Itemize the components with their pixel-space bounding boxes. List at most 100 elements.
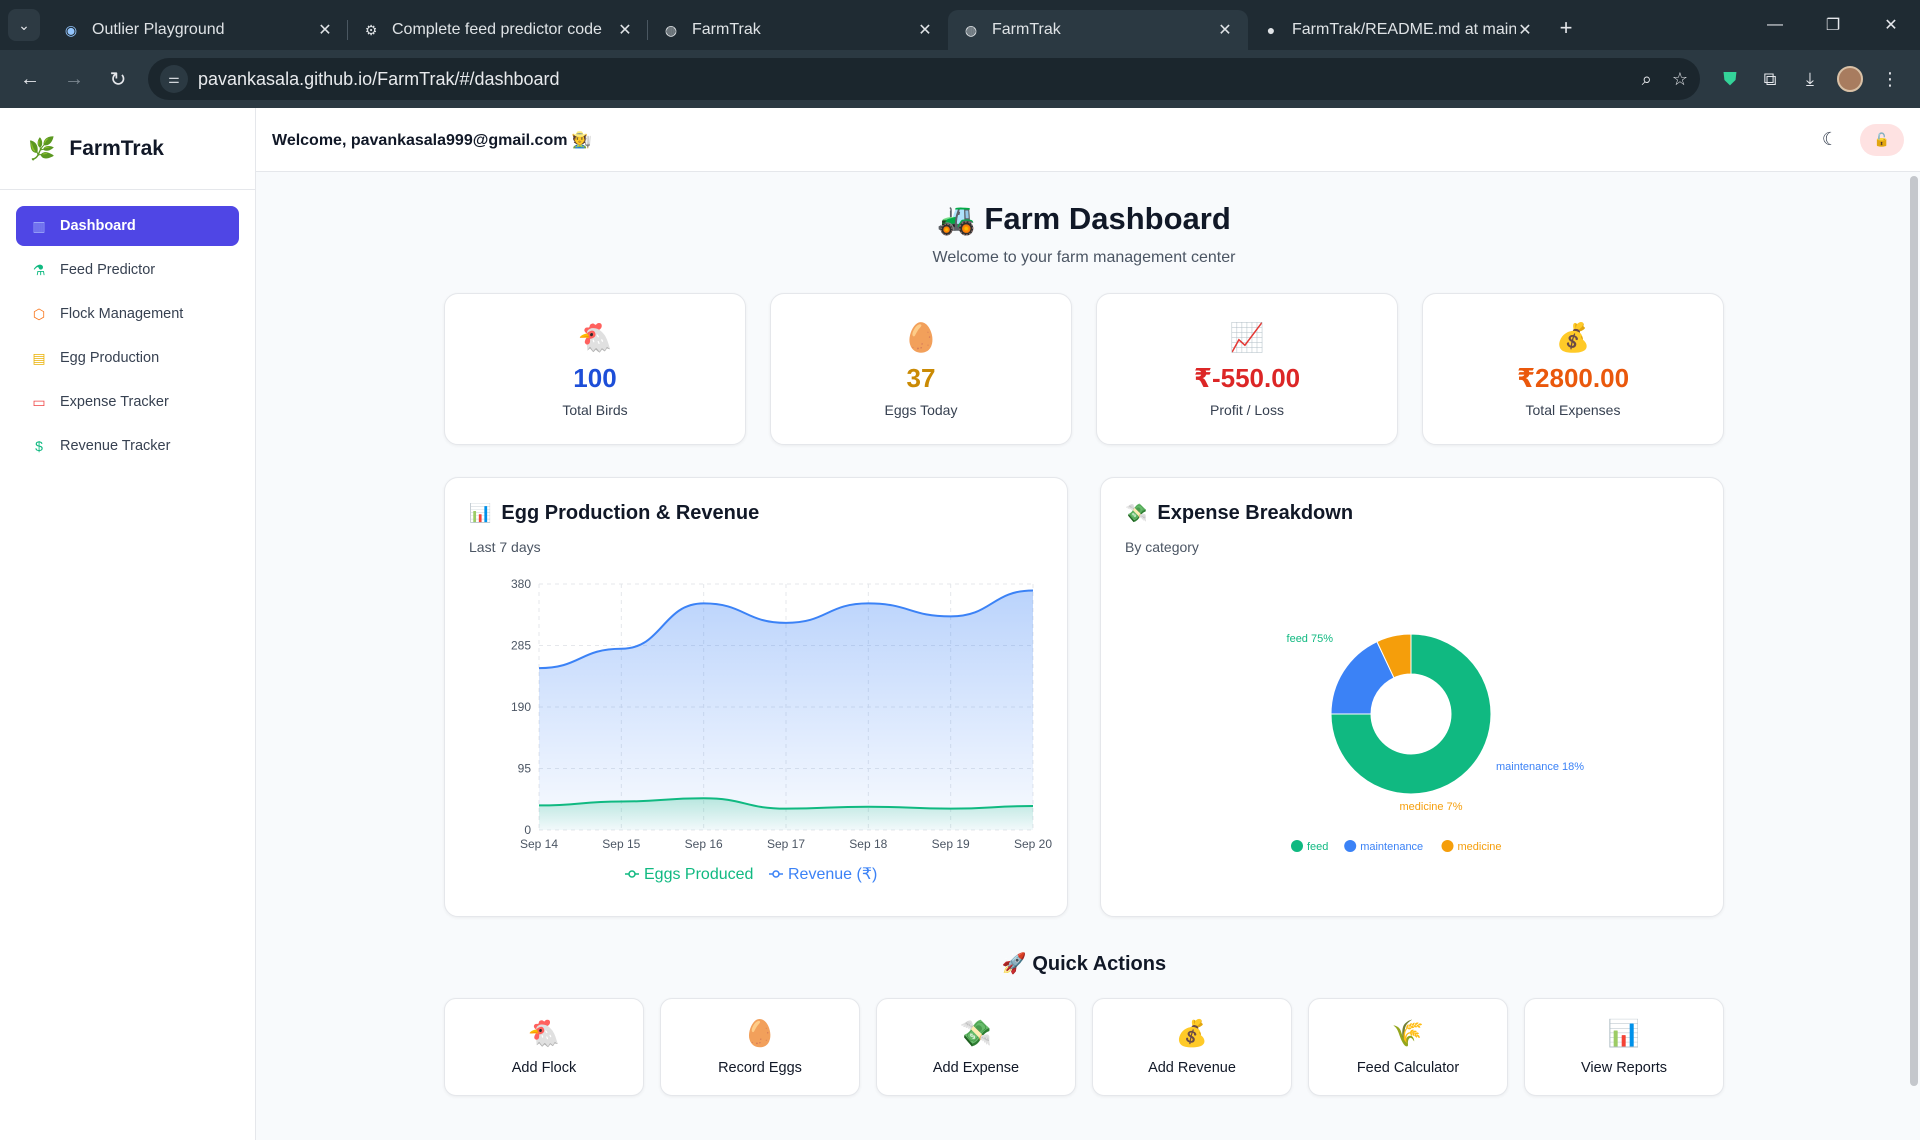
sidebar-item-dashboard[interactable]: ▥ Dashboard bbox=[16, 206, 239, 246]
add-flock-button[interactable]: 🐔 Add Flock bbox=[444, 998, 644, 1096]
new-tab-button[interactable]: + bbox=[1548, 10, 1584, 46]
chart-bar-icon: ▥ bbox=[32, 217, 46, 234]
sidebar-item-label: Flock Management bbox=[60, 306, 184, 322]
stat-value: 37 bbox=[906, 362, 936, 393]
close-icon[interactable]: ✕ bbox=[616, 20, 634, 40]
browser-menu-icon[interactable]: ⋮ bbox=[1870, 59, 1910, 99]
tab-title: FarmTrak/README.md at main bbox=[1292, 21, 1516, 38]
legend-label: Eggs Produced bbox=[644, 866, 753, 883]
dollar-circle-icon: $ bbox=[35, 438, 43, 454]
add-revenue-button[interactable]: 💰 Add Revenue bbox=[1092, 998, 1292, 1096]
money-bag-icon: 💰 bbox=[1555, 321, 1591, 353]
legend-label: feed bbox=[1307, 841, 1328, 853]
logout-button[interactable]: 🔓 bbox=[1860, 123, 1904, 156]
legend-label: Revenue (₹) bbox=[788, 866, 877, 883]
chicken-icon: 🐔 bbox=[527, 1018, 561, 1048]
sidebar-item-label: Dashboard bbox=[60, 218, 136, 234]
slice-label: medicine 7% bbox=[1400, 801, 1463, 813]
quick-actions-title: 🚀 Quick Actions bbox=[1001, 953, 1167, 975]
back-icon[interactable]: ← bbox=[10, 59, 50, 99]
tab-title: FarmTrak bbox=[692, 21, 761, 38]
sidebar-item-feed-predictor[interactable]: ⚗ Feed Predictor bbox=[16, 250, 239, 290]
url-text[interactable]: pavankasala.github.io/FarmTrak/#/dashboa… bbox=[198, 69, 1622, 90]
tab-title: Complete feed predictor code bbox=[392, 21, 602, 38]
site-info-icon[interactable]: ⚌ bbox=[160, 65, 188, 93]
x-tick-label: Sep 17 bbox=[767, 837, 805, 851]
bookmark-star-icon[interactable]: ☆ bbox=[1672, 69, 1688, 90]
expense-pie-chart: feed 75% maintenance 18% medicine 7% feed ma… bbox=[1287, 633, 1585, 853]
browser-tab[interactable]: ◉ Outlier Playground ✕ bbox=[48, 10, 348, 50]
minimize-icon[interactable]: — bbox=[1746, 0, 1804, 50]
close-icon[interactable]: ✕ bbox=[1516, 20, 1534, 40]
wheat-icon: 🌾 bbox=[1391, 1018, 1425, 1048]
extensions-icon[interactable]: ⧉ bbox=[1750, 59, 1790, 99]
download-icon[interactable]: ⤓ bbox=[1790, 59, 1830, 99]
sidebar-item-label: Revenue Tracker bbox=[60, 438, 171, 454]
browser-tab[interactable]: ⚙ Complete feed predictor code ✕ bbox=[348, 10, 648, 50]
stats-row: 🐔 100 Total Birds 🥚 37 Eggs Today 📈 ₹-55… bbox=[444, 293, 1724, 445]
zoom-icon[interactable]: ⌕ bbox=[1642, 69, 1652, 90]
stat-label: Profit / Loss bbox=[1210, 401, 1284, 418]
top-bar: Welcome, pavankasala999@gmail.com 🧑‍🌾 ☾ … bbox=[256, 108, 1920, 172]
tab-search-button[interactable]: ⌄ bbox=[8, 9, 40, 41]
forward-icon[interactable]: → bbox=[54, 59, 94, 99]
trend-chart-icon: 📈 bbox=[1229, 321, 1265, 353]
series-area bbox=[539, 590, 1033, 830]
page-title: 🚜 Farm Dashboard bbox=[937, 201, 1231, 236]
stat-card-total-birds: 🐔 100 Total Birds bbox=[444, 293, 746, 445]
close-icon[interactable]: ✕ bbox=[916, 20, 934, 40]
legend-marker bbox=[1344, 840, 1357, 852]
money-bag-icon: 💰 bbox=[1175, 1018, 1209, 1048]
scrollbar[interactable] bbox=[1910, 176, 1918, 1086]
main-area: Welcome, pavankasala999@gmail.com 🧑‍🌾 ☾ … bbox=[256, 108, 1920, 1140]
legend-marker bbox=[1441, 840, 1454, 852]
x-tick-label: Sep 15 bbox=[602, 837, 640, 851]
x-tick-label: Sep 18 bbox=[849, 837, 887, 851]
profile-avatar[interactable] bbox=[1830, 59, 1870, 99]
moon-icon[interactable]: ☾ bbox=[1812, 122, 1848, 158]
feed-calculator-button[interactable]: 🌾 Feed Calculator bbox=[1308, 998, 1508, 1096]
sidebar-item-label: Egg Production bbox=[60, 350, 160, 366]
add-expense-button[interactable]: 💸 Add Expense bbox=[876, 998, 1076, 1096]
brand[interactable]: 🌿 FarmTrak bbox=[0, 108, 255, 190]
browser-tab-active[interactable]: ◍ FarmTrak ✕ bbox=[948, 10, 1248, 50]
close-icon[interactable]: ✕ bbox=[316, 20, 334, 40]
view-reports-button[interactable]: 📊 View Reports bbox=[1524, 998, 1724, 1096]
sidebar-nav: ▥ Dashboard ⚗ Feed Predictor ⬡ Flock Man… bbox=[0, 190, 255, 486]
sidebar-item-flock-management[interactable]: ⬡ Flock Management bbox=[16, 294, 239, 334]
legend-marker bbox=[628, 870, 636, 878]
sidebar-item-revenue-tracker[interactable]: $ Revenue Tracker bbox=[16, 426, 239, 466]
brand-name: FarmTrak bbox=[69, 136, 164, 160]
close-icon[interactable]: ✕ bbox=[1216, 20, 1234, 40]
stat-value: ₹-550.00 bbox=[1193, 362, 1301, 393]
hero: 🚜 Farm Dashboard Welcome to your farm ma… bbox=[444, 172, 1724, 267]
egg-revenue-chart: 0 95 190 285 380 Sep 14 Sep 15 Sep 16 Sep 17 Sep … bbox=[511, 577, 1052, 883]
sidebar-item-egg-production[interactable]: ▤ Egg Production bbox=[16, 338, 239, 378]
chicken-icon: 🐔 bbox=[577, 321, 613, 353]
stat-label: Total Birds bbox=[562, 401, 628, 418]
browser-tab-bar: ⌄ ◉ Outlier Playground ✕ ⚙ Complete feed… bbox=[0, 0, 1920, 50]
page-subtitle: Welcome to your farm management center bbox=[932, 249, 1236, 266]
action-label: Record Eggs bbox=[718, 1060, 802, 1076]
y-tick-label: 0 bbox=[524, 823, 531, 837]
browser-tab[interactable]: ◍ FarmTrak ✕ bbox=[648, 10, 948, 50]
egg-revenue-chart-card: 0 95 190 285 380 Sep 14 Sep 15 Sep 16 Sep 17 Sep … bbox=[444, 477, 1068, 917]
sidebar-item-expense-tracker[interactable]: ▭ Expense Tracker bbox=[16, 382, 239, 422]
money-wings-icon: 💸 bbox=[959, 1018, 993, 1048]
github-icon: ● bbox=[1266, 22, 1276, 38]
browser-tab[interactable]: ● FarmTrak/README.md at main ✕ bbox=[1248, 10, 1548, 50]
restore-icon[interactable]: ❐ bbox=[1804, 0, 1862, 50]
shield-extension-icon[interactable]: ⛊ bbox=[1710, 59, 1750, 99]
reload-icon[interactable]: ↻ bbox=[98, 59, 138, 99]
quick-actions: 🐔 Add Flock 🥚 Record Eggs 💸 Add Expense … bbox=[444, 998, 1724, 1096]
close-window-icon[interactable]: ✕ bbox=[1862, 0, 1920, 50]
expense-breakdown-card: feed 75% maintenance 18% medicine 7% feed ma… bbox=[1100, 477, 1724, 917]
stat-value: ₹2800.00 bbox=[1516, 362, 1630, 393]
action-label: Add Revenue bbox=[1148, 1060, 1236, 1076]
url-field[interactable]: ⚌ pavankasala.github.io/FarmTrak/#/dashb… bbox=[148, 58, 1700, 100]
record-eggs-button[interactable]: 🥚 Record Eggs bbox=[660, 998, 860, 1096]
stat-value: 100 bbox=[573, 362, 617, 393]
legend-label: medicine bbox=[1458, 841, 1502, 853]
x-tick-label: Sep 19 bbox=[932, 837, 970, 851]
window-controls: — ❐ ✕ bbox=[1746, 0, 1920, 50]
